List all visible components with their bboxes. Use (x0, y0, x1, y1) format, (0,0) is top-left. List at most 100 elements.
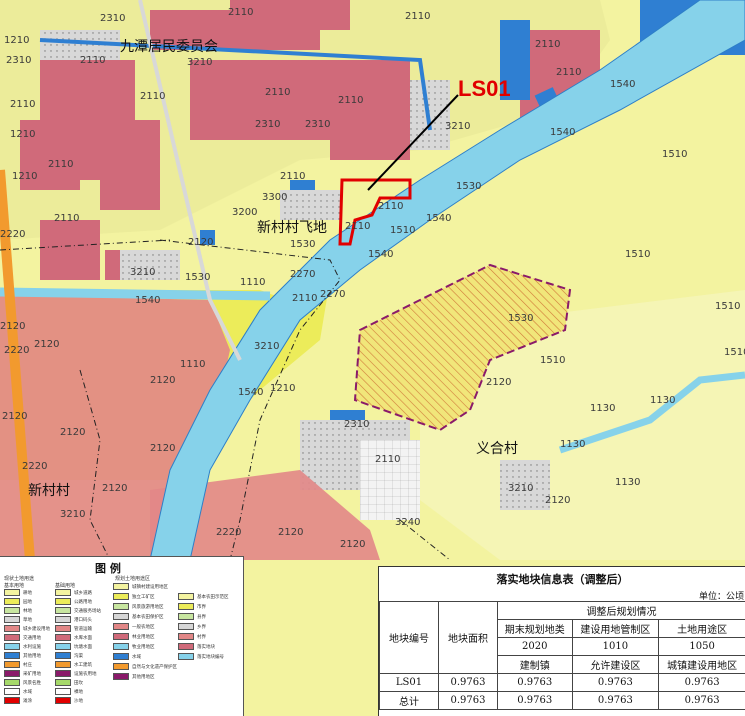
legend-swatch (113, 653, 129, 660)
code-label: 3210 (254, 341, 280, 352)
legend-item: 一般农地区 (113, 623, 155, 630)
legend-swatch (4, 607, 20, 614)
legend-swatch (4, 589, 20, 596)
legend-item: 基本农田示范区 (178, 593, 229, 600)
code-label: 1540 (135, 295, 161, 306)
legend-label: 林业用地区 (132, 634, 155, 640)
legend-swatch (55, 607, 71, 614)
legend-item: 县界 (178, 613, 206, 620)
legend-item: 公路用地 (55, 598, 92, 605)
legend-label: 沙地 (74, 698, 83, 704)
legend-item: 其他用地 (4, 652, 41, 659)
legend-label: 水库水面 (74, 635, 92, 641)
code-label: 1130 (590, 403, 616, 414)
code-label: 2110 (10, 99, 36, 110)
legend-swatch (178, 603, 194, 610)
legend-item: 设施农用地 (55, 670, 97, 677)
place-xincun-enclave: 新村村飞地 (257, 220, 327, 236)
code-label: 1530 (508, 313, 534, 324)
cell-value: 0.9763 (658, 691, 745, 710)
legend-swatch (4, 616, 20, 623)
legend-label: 城乡建设用地 (23, 626, 50, 632)
legend-swatch (113, 613, 129, 620)
code-label: 2110 (280, 171, 306, 182)
code-label: 2120 (0, 321, 26, 332)
code-label: 2120 (340, 539, 366, 550)
legend-swatch (55, 625, 71, 632)
code-label: 2120 (150, 443, 176, 454)
legend-item: 落实地块编号 (178, 653, 224, 660)
code-label: 2120 (545, 495, 571, 506)
legend-label: 一般农地区 (132, 624, 155, 630)
code-label: 1510 (662, 149, 688, 160)
code-label: 1510 (390, 225, 416, 236)
code-label: 2220 (4, 345, 30, 356)
code-label: 2310 (255, 119, 281, 130)
legend-label: 基本农田保护区 (132, 614, 164, 620)
code-label: 1110 (240, 277, 266, 288)
header-parcel-id: 地块编号 (379, 601, 439, 674)
code-control-zone: 1010 (571, 637, 660, 656)
legend-label: 落实地块编号 (197, 654, 224, 660)
legend-title: 图 例 (95, 562, 121, 575)
legend-swatch (55, 634, 71, 641)
legend-label: 草地 (23, 617, 32, 623)
cell-value: 0.9763 (571, 691, 660, 710)
table-row: 总计 0.9763 0.9763 0.9763 0.9763 (379, 691, 745, 710)
code-label: 2120 (486, 377, 512, 388)
code-label: 2270 (290, 269, 316, 280)
legend-swatch (4, 598, 20, 605)
legend-swatch (55, 697, 71, 704)
legend-item: 园地 (4, 598, 32, 605)
legend-label: 林地 (23, 608, 32, 614)
legend-swatch (4, 697, 20, 704)
code-planned-type: 2020 (497, 637, 573, 656)
legend-swatch (55, 679, 71, 686)
legend-swatch (55, 589, 71, 596)
legend-swatch (55, 688, 71, 695)
legend-swatch (4, 670, 20, 677)
code-label: 2120 (2, 411, 28, 422)
legend-label: 牧业用地区 (132, 644, 155, 650)
legend-label: 城乡道路 (74, 590, 92, 596)
code-label: 2310 (305, 119, 331, 130)
code-label: 2220 (216, 527, 242, 538)
code-label: 2110 (80, 55, 106, 66)
cell-value: 0.9763 (497, 691, 573, 710)
legend-item: 耕地 (4, 589, 32, 596)
legend-label: 裸地 (74, 689, 83, 695)
legend-item: 林业用地区 (113, 633, 155, 640)
grid-parcel (360, 440, 420, 520)
code-label: 1540 (368, 249, 394, 260)
place-yihe-village: 义合村 (476, 441, 518, 457)
legend-item: 独立工矿区 (113, 593, 155, 600)
cell-value: 0.9763 (571, 673, 660, 692)
code-label: 1130 (560, 439, 586, 450)
legend-label: 县界 (197, 614, 206, 620)
legend-label: 交通用地 (23, 635, 41, 641)
code-label: 1210 (270, 383, 296, 394)
legend-label: 管道运输 (74, 626, 92, 632)
legend-item: 乡界 (178, 623, 206, 630)
legend-label: 坑塘水面 (74, 644, 92, 650)
legend-item: 港口码头 (55, 616, 92, 623)
legend-swatch (4, 634, 20, 641)
legend-label: 风景旅游用地区 (132, 604, 164, 610)
place-committee: 九潭居民委员会 (120, 39, 218, 55)
map-view[interactable]: 2310 2110 1210 2110 2110 2310 2110 3210 … (0, 0, 745, 716)
legend-col2-heading: 基础用地 (55, 583, 76, 589)
legend-item: 风景名胜 (4, 679, 41, 686)
legend-item: 基本农田保护区 (113, 613, 164, 620)
code-label: 1530 (185, 272, 211, 283)
code-label: 2110 (375, 454, 401, 465)
legend-label: 基本农田示范区 (197, 594, 229, 600)
legend-swatch (55, 616, 71, 623)
legend-swatch (178, 613, 194, 620)
cell-id: 总计 (379, 691, 439, 710)
legend-label: 园地 (23, 599, 32, 605)
legend-swatch (113, 603, 129, 610)
legend-label: 村界 (197, 634, 206, 640)
header-planned-type: 期末规划地类 (497, 619, 573, 638)
code-label: 1130 (650, 395, 676, 406)
cell-area: 0.9763 (438, 673, 498, 692)
